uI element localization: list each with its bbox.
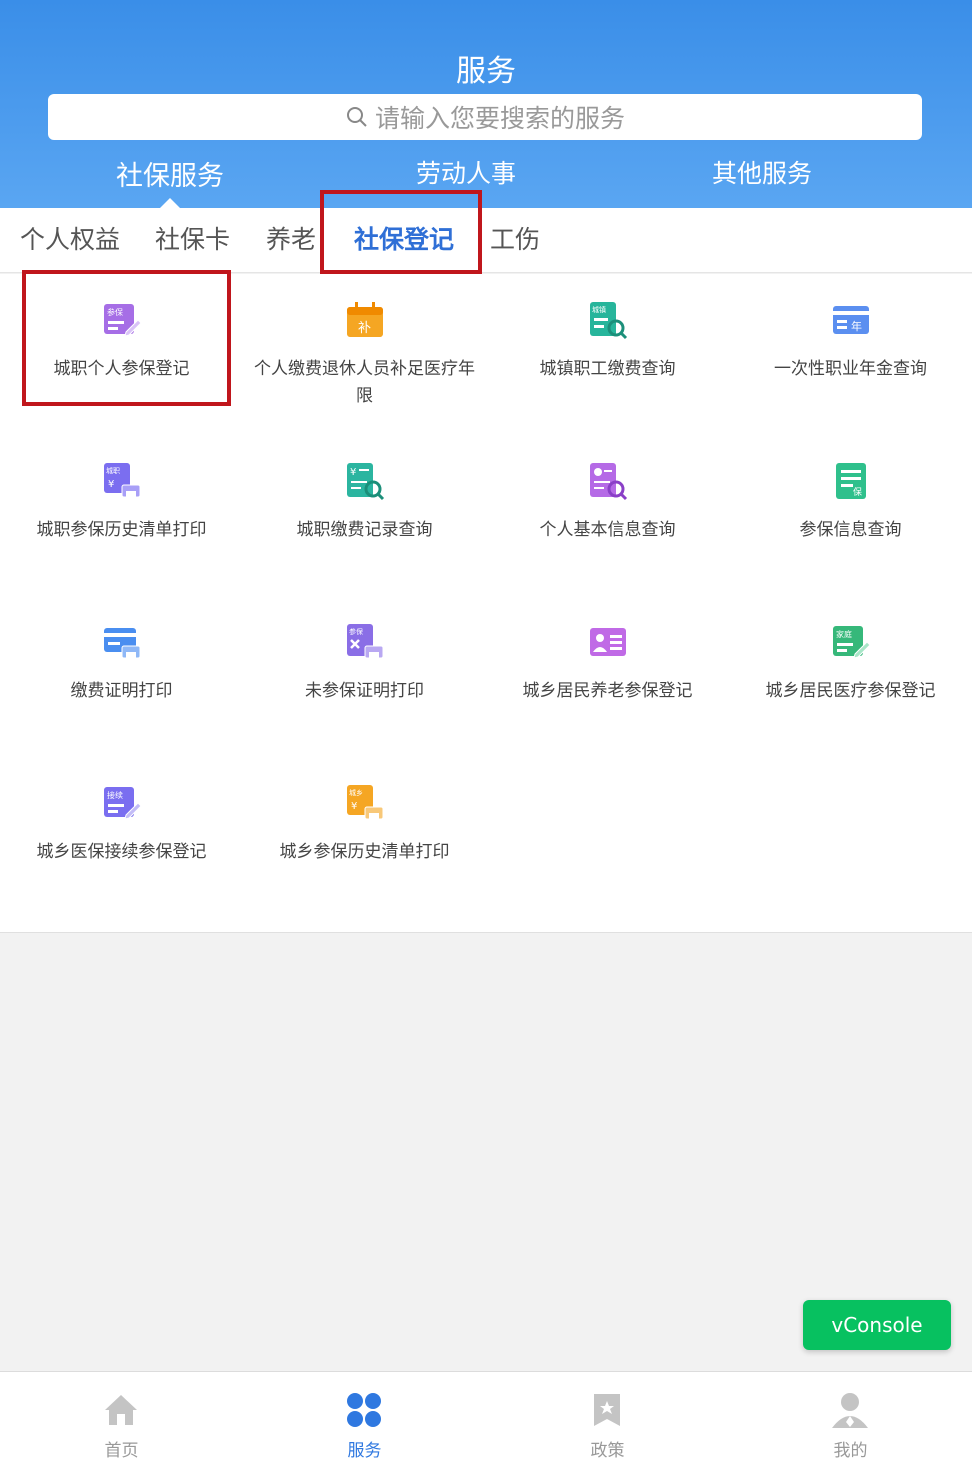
svg-text:补: 补 xyxy=(358,321,371,336)
subtab-work-injury[interactable]: 工伤 xyxy=(490,220,540,256)
svg-text:城乡: 城乡 xyxy=(349,789,363,797)
sub-tabs: 个人权益 社保卡 养老 社保登记 工伤 xyxy=(0,208,972,273)
page-title: 服务 xyxy=(456,54,516,89)
service-item[interactable]: 城乡居民养老参保登记 xyxy=(486,596,729,736)
service-label: 个人基本信息查询 xyxy=(539,520,676,540)
service-item[interactable]: 补 个人缴费退休人员补足医疗年限 xyxy=(243,274,486,414)
svg-text:城镇: 城镇 xyxy=(592,305,606,314)
vconsole-button[interactable]: vConsole xyxy=(803,1300,951,1350)
service-item[interactable]: 年 一次性职业年金查询 xyxy=(729,274,972,414)
service-item[interactable]: 保 参保信息查询 xyxy=(729,435,972,575)
tabbar-item-home[interactable]: 首页 xyxy=(0,1372,243,1475)
bottom-tab-bar: 首页 服务 政策 我的 xyxy=(0,1371,972,1475)
search-placeholder: 请输入您要搜索的服务 xyxy=(374,104,625,133)
service-item[interactable]: ¥ 城职缴费记录查询 xyxy=(243,435,486,575)
subtab-social-card[interactable]: 社保卡 xyxy=(155,220,230,256)
tab-labor-personnel[interactable]: 劳动人事 xyxy=(316,154,616,190)
family-register-icon: 家庭 xyxy=(833,626,871,659)
user-icon xyxy=(832,1393,868,1428)
home-icon xyxy=(105,1395,137,1425)
svg-text:¥: ¥ xyxy=(351,801,357,812)
service-item[interactable]: 城乡 ¥ 城乡参保历史清单打印 xyxy=(243,757,486,897)
svg-text:保: 保 xyxy=(853,486,862,498)
tabbar-label: 政策 xyxy=(590,1441,625,1461)
subtab-personal-rights[interactable]: 个人权益 xyxy=(20,220,120,256)
service-label: 城乡居民养老参保登记 xyxy=(522,681,693,701)
svg-text:参保: 参保 xyxy=(349,627,363,636)
highlight-box-subtab xyxy=(320,190,482,274)
search-icon xyxy=(346,107,367,127)
history-print-icon: 城乡 ¥ xyxy=(347,785,384,820)
main-tabs: 社保服务 劳动人事 其他服务 xyxy=(0,154,972,208)
service-label: 一次性职业年金查询 xyxy=(774,359,927,379)
service-label: 缴费证明打印 xyxy=(70,681,173,701)
svg-text:家庭: 家庭 xyxy=(836,629,852,639)
service-item[interactable]: 家庭 城乡居民医疗参保登记 xyxy=(729,596,972,736)
doc-icon: 保 xyxy=(836,463,866,499)
tab-social-security-service[interactable]: 社保服务 xyxy=(20,154,320,193)
service-label: 城乡医保接续参保登记 xyxy=(36,842,207,862)
tabbar-item-policy[interactable]: 政策 xyxy=(486,1372,729,1475)
service-item[interactable]: 个人基本信息查询 xyxy=(486,435,729,575)
service-label: 城镇职工缴费查询 xyxy=(539,359,676,379)
transfer-register-icon: 接续 xyxy=(104,787,142,820)
tabbar-label: 我的 xyxy=(833,1441,868,1461)
print-icon: 城职 ¥ xyxy=(104,463,141,498)
service-label: 城职缴费记录查询 xyxy=(296,520,433,540)
doc-search-icon: 城镇 xyxy=(590,302,628,340)
service-item[interactable]: 参保 未参保证明打印 xyxy=(243,596,486,736)
service-item[interactable]: 城镇 城镇职工缴费查询 xyxy=(486,274,729,414)
service-label: 未参保证明打印 xyxy=(305,681,424,701)
service-item[interactable]: 接续 城乡医保接续参保登记 xyxy=(0,757,243,897)
tabbar-item-mine[interactable]: 我的 xyxy=(729,1372,972,1475)
svg-text:¥: ¥ xyxy=(350,467,356,478)
subtab-pension[interactable]: 养老 xyxy=(266,220,316,256)
cert-print-icon: 参保 xyxy=(347,624,384,659)
service-label: 城乡参保历史清单打印 xyxy=(279,842,450,862)
svg-text:¥: ¥ xyxy=(108,479,114,490)
service-label: 城乡居民医疗参保登记 xyxy=(765,681,936,701)
service-label: 参保信息查询 xyxy=(799,520,902,540)
svg-text:年: 年 xyxy=(851,319,862,333)
tabbar-label: 服务 xyxy=(347,1441,382,1461)
service-label: 个人缴费退休人员补足医疗年限 xyxy=(254,359,475,406)
fee-search-icon: ¥ xyxy=(347,463,385,501)
service-label: 城职参保历史清单打印 xyxy=(36,520,207,540)
person-list-icon xyxy=(590,628,626,656)
service-item[interactable]: 缴费证明打印 xyxy=(0,596,243,736)
service-item[interactable]: 城职 ¥ 城职参保历史清单打印 xyxy=(0,435,243,575)
tabbar-item-service[interactable]: 服务 xyxy=(243,1372,486,1475)
svg-text:城职: 城职 xyxy=(106,467,120,475)
highlight-box-service xyxy=(22,270,231,406)
header: 服务 请输入您要搜索的服务 社保服务 劳动人事 其他服务 xyxy=(0,0,972,208)
tab-other-services[interactable]: 其他服务 xyxy=(612,154,912,190)
bookmark-icon xyxy=(594,1394,620,1426)
profile-search-icon xyxy=(590,463,628,501)
svg-text:接续: 接续 xyxy=(107,790,123,800)
calendar-supplement-icon: 补 xyxy=(347,302,383,337)
search-input[interactable]: 请输入您要搜索的服务 xyxy=(48,94,922,140)
grid-icon xyxy=(347,1393,381,1427)
active-tab-caret xyxy=(160,198,180,208)
card-icon: 年 xyxy=(833,306,869,334)
card-print-icon xyxy=(104,628,141,659)
tabbar-label: 首页 xyxy=(104,1441,139,1461)
